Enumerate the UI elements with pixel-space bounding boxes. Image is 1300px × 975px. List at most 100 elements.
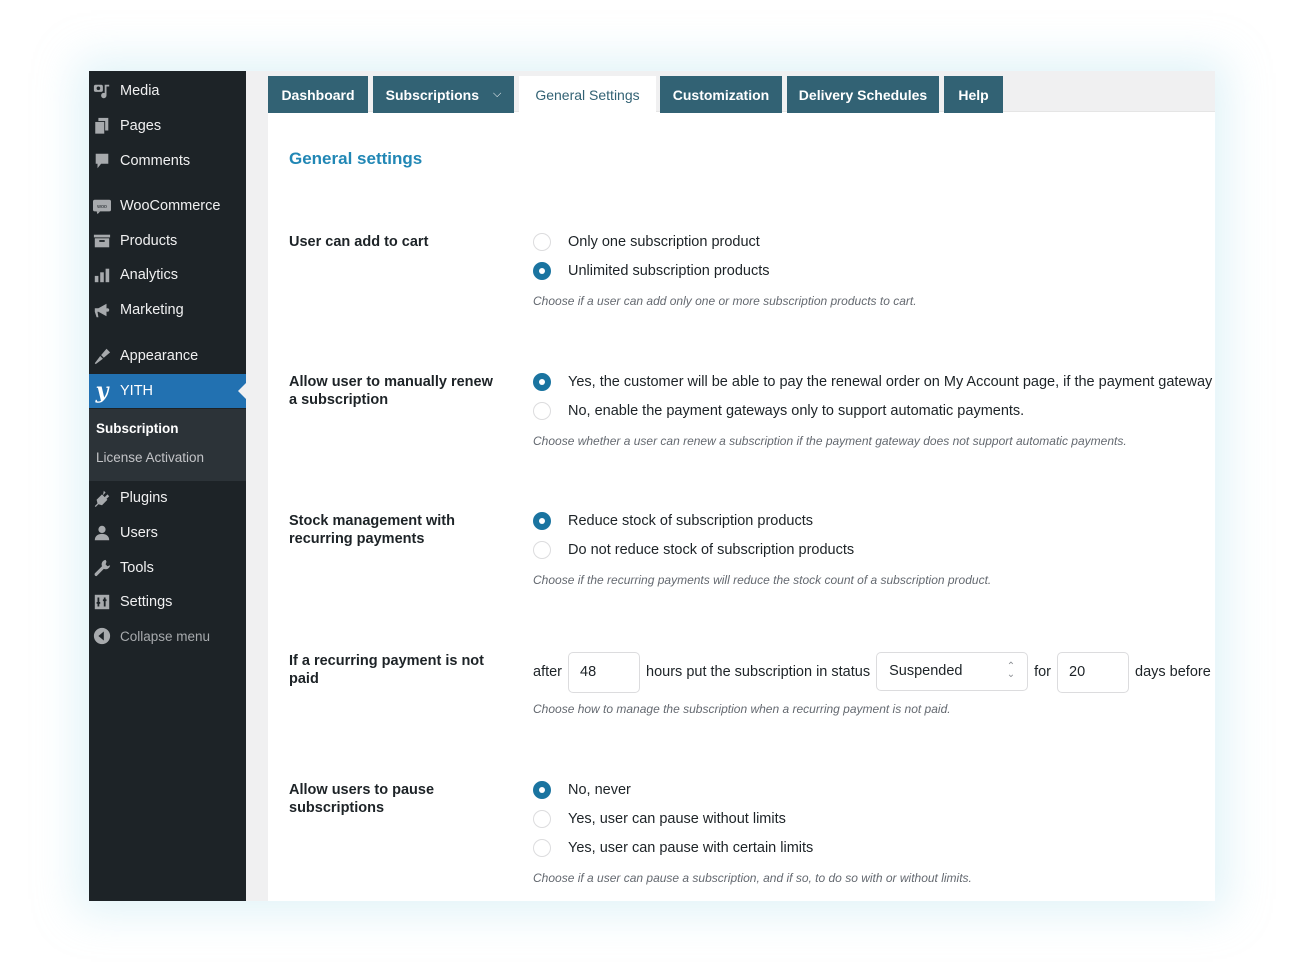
field-description: Choose how to manage the subscription wh… bbox=[533, 702, 951, 716]
sidebar-item-settings[interactable]: Settings bbox=[89, 585, 246, 619]
sidebar-item-appearance[interactable]: Appearance bbox=[89, 339, 246, 373]
settings-icon bbox=[92, 592, 112, 612]
tab-general-settings[interactable]: General Settings bbox=[519, 76, 656, 113]
radio-button[interactable] bbox=[533, 233, 551, 251]
field-label-add-to-cart: User can add to cart bbox=[289, 234, 429, 250]
radio-option-renew-yes[interactable]: Yes, the customer will be able to pay th… bbox=[533, 373, 1212, 391]
tab-customization[interactable]: Customization bbox=[660, 76, 782, 113]
sidebar-item-analytics[interactable]: Analytics bbox=[89, 258, 246, 292]
tab-subscriptions[interactable]: Subscriptions ⌵ bbox=[373, 76, 514, 113]
field-label-manual-renew: Allow user to manually renew a subscript… bbox=[289, 374, 493, 408]
radio-option-pause-no-limits[interactable]: Yes, user can pause without limits bbox=[533, 810, 786, 828]
sidebar-item-label: Pages bbox=[120, 118, 162, 134]
radio-option-pause-never[interactable]: No, never bbox=[533, 781, 631, 799]
radio-button[interactable] bbox=[533, 541, 551, 559]
select-arrows-icon: ⌃ ⌄ bbox=[1006, 661, 1016, 680]
submenu-item-license-activation[interactable]: License Activation bbox=[96, 450, 204, 465]
text-after: after bbox=[533, 664, 563, 680]
tab-delivery-schedules[interactable]: Delivery Schedules bbox=[787, 76, 939, 113]
radio-button[interactable] bbox=[533, 402, 551, 420]
sidebar-item-label: Media bbox=[120, 83, 160, 99]
radio-option-only-one[interactable]: Only one subscription product bbox=[533, 233, 760, 251]
radio-button[interactable] bbox=[533, 373, 551, 391]
field-label-pause: Allow users to pause subscriptions bbox=[289, 782, 435, 816]
sidebar-item-label: Analytics bbox=[120, 267, 179, 283]
radio-button[interactable] bbox=[533, 262, 551, 280]
yith-icon: y bbox=[95, 378, 109, 404]
plugins-icon bbox=[92, 488, 112, 508]
radio-option-not-reduce-stock[interactable]: Do not reduce stock of subscription prod… bbox=[533, 541, 854, 559]
svg-text:woo: woo bbox=[96, 204, 107, 210]
comments-icon bbox=[92, 151, 112, 171]
sidebar-item-label: WooCommerce bbox=[120, 198, 221, 214]
option-label: Reduce stock of subscription products bbox=[568, 513, 814, 529]
option-label: Yes, user can pause with certain limits bbox=[568, 840, 814, 856]
sidebar-item-marketing[interactable]: Marketing bbox=[89, 293, 246, 327]
sidebar-item-plugins[interactable]: Plugins bbox=[89, 481, 246, 515]
text-days: days before bbox=[1135, 664, 1211, 680]
sidebar-item-pages[interactable]: Pages bbox=[89, 109, 246, 143]
sidebar-item-label: YITH bbox=[120, 383, 154, 399]
appearance-icon bbox=[92, 346, 112, 366]
collapse-menu-button[interactable]: Collapse menu bbox=[89, 619, 246, 653]
hours-input[interactable] bbox=[568, 651, 641, 693]
option-label: No, never bbox=[568, 782, 631, 798]
text-for: for bbox=[1034, 664, 1052, 680]
tab-bar: Dashboard Subscriptions ⌵ General Settin… bbox=[268, 71, 1215, 113]
sidebar-item-woocommerce[interactable]: woo WooCommerce bbox=[89, 189, 246, 223]
submenu-item-subscription[interactable]: Subscription bbox=[96, 421, 179, 436]
option-label: Only one subscription product bbox=[568, 234, 760, 250]
sidebar-item-media[interactable]: Media bbox=[89, 74, 246, 108]
radio-button[interactable] bbox=[533, 810, 551, 828]
sidebar-item-yith[interactable]: y YITH bbox=[89, 374, 246, 408]
sidebar-item-label: Marketing bbox=[120, 302, 184, 318]
products-icon bbox=[92, 231, 112, 251]
media-icon bbox=[92, 81, 112, 101]
field-description: Choose if a user can add only one or mor… bbox=[533, 294, 917, 308]
sidebar-item-comments[interactable]: Comments bbox=[89, 144, 246, 178]
option-label: Unlimited subscription products bbox=[568, 263, 770, 279]
collapse-menu-label: Collapse menu bbox=[120, 628, 211, 644]
sidebar-item-products[interactable]: Products bbox=[89, 224, 246, 258]
section-title: General settings bbox=[289, 149, 423, 168]
sidebar-item-label: Tools bbox=[120, 560, 154, 576]
status-select-value: Suspended bbox=[889, 663, 963, 679]
radio-option-unlimited[interactable]: Unlimited subscription products bbox=[533, 262, 769, 280]
option-label: Do not reduce stock of subscription prod… bbox=[568, 542, 855, 558]
radio-option-reduce-stock[interactable]: Reduce stock of subscription products bbox=[533, 512, 813, 530]
collapse-icon bbox=[92, 626, 112, 646]
sidebar-item-tools[interactable]: Tools bbox=[89, 551, 246, 585]
woocommerce-icon: woo bbox=[92, 196, 112, 216]
not-paid-controls: after hours put the subscription in stat… bbox=[533, 651, 1211, 693]
sidebar-item-label: Comments bbox=[120, 153, 191, 169]
radio-option-renew-no[interactable]: No, enable the payment gateways only to … bbox=[533, 402, 1024, 420]
yith-submenu: Subscription License Activation bbox=[89, 409, 246, 481]
tab-dashboard[interactable]: Dashboard bbox=[268, 76, 368, 113]
tab-label: Subscriptions bbox=[385, 86, 479, 103]
status-select[interactable]: Suspended ⌃ ⌄ bbox=[876, 651, 1029, 691]
text-hours: hours put the subscription in status bbox=[646, 664, 871, 680]
sidebar-item-label: Settings bbox=[120, 594, 173, 610]
chevron-down-icon: ⌵ bbox=[493, 88, 502, 100]
tab-help[interactable]: Help bbox=[944, 76, 1003, 113]
field-description: Choose whether a user can renew a subscr… bbox=[533, 434, 1127, 448]
marketing-icon bbox=[92, 300, 112, 320]
settings-panel bbox=[268, 71, 1215, 901]
option-label: Yes, user can pause without limits bbox=[568, 811, 786, 827]
radio-button[interactable] bbox=[533, 839, 551, 857]
sidebar-item-users[interactable]: Users bbox=[89, 516, 246, 550]
radio-button[interactable] bbox=[533, 781, 551, 799]
radio-button[interactable] bbox=[533, 512, 551, 530]
days-input[interactable] bbox=[1057, 651, 1130, 693]
option-label: Yes, the customer will be able to pay th… bbox=[568, 374, 1213, 390]
option-label: No, enable the payment gateways only to … bbox=[568, 403, 1025, 419]
main-content: Dashboard Subscriptions ⌵ General Settin… bbox=[246, 71, 1215, 901]
radio-option-pause-limits[interactable]: Yes, user can pause with certain limits bbox=[533, 839, 813, 857]
field-description: Choose if a user can pause a subscriptio… bbox=[533, 871, 972, 885]
field-label-stock: Stock management with recurring payments bbox=[289, 513, 455, 547]
field-description: Choose if the recurring payments will re… bbox=[533, 573, 992, 587]
sidebar-item-label: Plugins bbox=[120, 490, 168, 506]
sidebar-item-label: Users bbox=[120, 525, 158, 541]
tools-icon bbox=[92, 558, 112, 578]
analytics-icon bbox=[92, 265, 112, 285]
